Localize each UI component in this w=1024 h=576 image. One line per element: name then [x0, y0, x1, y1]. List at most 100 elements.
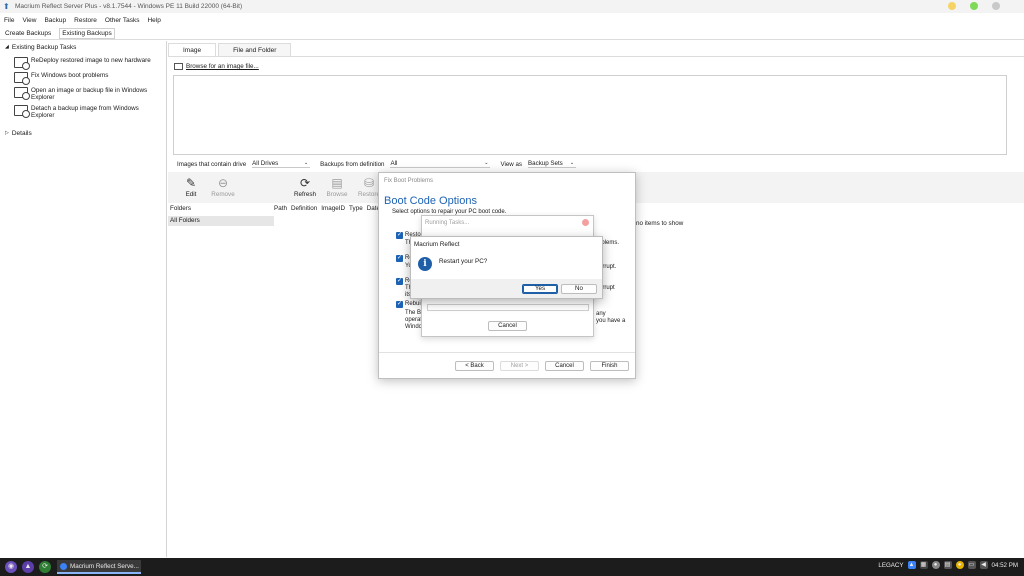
sidebar-item-fix-boot[interactable]: Fix Windows boot problems: [0, 72, 166, 85]
tab-existing-backups[interactable]: Existing Backups: [59, 27, 115, 39]
fix-boot-icon: [14, 72, 30, 85]
settings-tray-icon[interactable]: ●: [931, 561, 940, 569]
sidebar-details[interactable]: ▷ Details: [0, 127, 166, 139]
remove-button[interactable]: ⊖ Remove: [208, 172, 238, 198]
shield-icon[interactable]: ●: [955, 561, 964, 569]
browse-row: Browse for an image file...: [174, 63, 259, 70]
info-icon: i: [418, 257, 432, 271]
definition-label: Backups from definition: [320, 160, 385, 168]
tab-create-backups[interactable]: Create Backups: [3, 29, 53, 38]
drives-select[interactable]: All Drives ⌄: [252, 160, 311, 168]
menu-other-tasks[interactable]: Other Tasks: [105, 17, 140, 24]
browse-icon: ▤: [331, 176, 343, 190]
network-icon[interactable]: ▤: [943, 561, 952, 569]
app-logo-icon: ⬆: [3, 1, 10, 11]
progress-bar: [427, 304, 589, 311]
pe-app-icon[interactable]: ▲: [22, 561, 34, 573]
window-controls: [948, 2, 1000, 10]
sidebar-header[interactable]: ◢ Existing Backup Tasks: [0, 41, 166, 53]
tab-file-and-folder[interactable]: File and Folder: [218, 43, 292, 56]
clock[interactable]: 04:52 PM: [992, 562, 1018, 569]
restore-icon: ⛁: [363, 176, 375, 190]
main-tabs: Create Backups Existing Backups: [0, 27, 1024, 40]
option-desc: any you have a: [596, 311, 626, 324]
window-title: Macrium Reflect Server Plus - v8.1.7544 …: [15, 3, 243, 10]
taskbar-app-macrium[interactable]: Macrium Reflect Serve...: [57, 560, 141, 574]
refresh-button[interactable]: ⟳ Refresh: [290, 172, 320, 198]
taskbar: ◉ ▲ ⟳ Macrium Reflect Serve... LEGACY ▲ …: [0, 558, 1024, 576]
expand-triangle-icon[interactable]: ▷: [5, 130, 9, 136]
folder-all-folders[interactable]: All Folders: [168, 216, 274, 226]
close-button[interactable]: [992, 2, 1000, 10]
image-tabs: Image File and Folder: [168, 43, 1024, 57]
menu-backup[interactable]: Backup: [44, 17, 66, 24]
chevron-down-icon: ⌄: [484, 160, 489, 166]
image-drop-area[interactable]: [173, 75, 1007, 155]
tab-image[interactable]: Image: [168, 43, 217, 56]
column-definition[interactable]: Definition: [291, 205, 317, 215]
checkbox-checked-icon[interactable]: ✓: [396, 255, 403, 262]
menu-view[interactable]: View: [22, 17, 36, 24]
keyboard-icon[interactable]: ▦: [919, 561, 928, 569]
edit-button[interactable]: ✎ Edit: [176, 172, 206, 198]
open-image-icon: [14, 87, 30, 100]
menu-help[interactable]: Help: [147, 17, 160, 24]
checkbox-checked-icon[interactable]: ✓: [396, 278, 403, 285]
back-button[interactable]: < Back: [455, 360, 494, 371]
remove-icon: ⊖: [217, 176, 229, 190]
macrium-icon: [60, 562, 67, 570]
finish-button[interactable]: Finish: [590, 360, 629, 371]
sidebar-item-detach-image[interactable]: Detach a backup image from Windows Explo…: [0, 105, 166, 119]
wizard-heading: Boot Code Options: [384, 195, 477, 207]
browse-file-icon: [174, 63, 183, 70]
title-bar: ⬆ Macrium Reflect Server Plus - v8.1.754…: [0, 0, 1024, 13]
sidebar-item-redeploy[interactable]: ReDeploy restored image to new hardware: [0, 57, 166, 70]
refresh-icon: ⟳: [299, 176, 311, 190]
next-button[interactable]: Next >: [500, 360, 539, 371]
drives-label: Images that contain drive: [177, 160, 247, 168]
column-headers: Path Definition ImageID Type Date: [274, 205, 380, 215]
menu-restore[interactable]: Restore: [74, 17, 97, 24]
yes-button[interactable]: Yes: [522, 284, 558, 294]
menu-file[interactable]: File: [4, 17, 14, 24]
restart-message-box: Macrium Reflect i Restart your PC? Yes N…: [410, 236, 603, 299]
running-tasks-title: Running Tasks...: [425, 220, 470, 226]
legacy-label: LEGACY: [878, 561, 904, 569]
volume-icon[interactable]: ◀: [979, 561, 988, 569]
view-as-label: View as: [500, 160, 523, 168]
minimize-button[interactable]: [948, 2, 956, 10]
filter-row: Images that contain drive All Drives ⌄ B…: [177, 159, 586, 169]
close-icon[interactable]: [582, 219, 589, 226]
sidebar: ◢ Existing Backup Tasks ReDeploy restore…: [0, 41, 167, 557]
empty-list-message: no items to show: [636, 220, 684, 227]
column-path[interactable]: Path: [274, 205, 287, 215]
running-cancel-button[interactable]: Cancel: [488, 321, 527, 331]
menu-bar: File View Backup Restore Other Tasks Hel…: [0, 13, 1024, 27]
chevron-down-icon: ⌄: [569, 160, 575, 166]
column-type[interactable]: Type: [349, 205, 363, 215]
collapse-triangle-icon[interactable]: ◢: [5, 44, 9, 50]
edit-icon: ✎: [185, 176, 197, 190]
column-imageid[interactable]: ImageID: [321, 205, 345, 215]
system-tray: LEGACY ▲ ▦ ● ▤ ● ▭ ◀ 04:52 PM: [878, 561, 1018, 569]
wizard-footer: < Back Next > Cancel Finish: [379, 352, 635, 378]
browse-button[interactable]: ▤ Browse: [322, 172, 352, 198]
wizard-title: Fix Boot Problems: [384, 178, 434, 184]
browse-image-link[interactable]: Browse for an image file...: [186, 63, 259, 70]
folders-header: Folders: [170, 205, 191, 212]
screen-icon[interactable]: ▭: [967, 561, 976, 569]
redeploy-icon: [14, 57, 30, 70]
definition-select[interactable]: All ⌄: [390, 160, 491, 168]
maximize-button[interactable]: [970, 2, 978, 10]
wizard-cancel-button[interactable]: Cancel: [545, 360, 584, 371]
message-box-title: Macrium Reflect: [414, 241, 460, 248]
refresh-app-icon[interactable]: ⟳: [39, 561, 51, 573]
checkbox-checked-icon[interactable]: ✓: [396, 301, 403, 308]
view-as-select[interactable]: Backup Sets ⌄: [528, 160, 577, 168]
checkbox-checked-icon[interactable]: ✓: [396, 232, 403, 239]
start-menu-icon[interactable]: ◉: [5, 561, 17, 573]
sidebar-item-open-image[interactable]: Open an image or backup file in Windows …: [0, 87, 166, 101]
message-text: Restart your PC?: [439, 258, 488, 265]
no-button[interactable]: No: [561, 284, 597, 294]
pe-tray-icon[interactable]: ▲: [907, 561, 916, 569]
